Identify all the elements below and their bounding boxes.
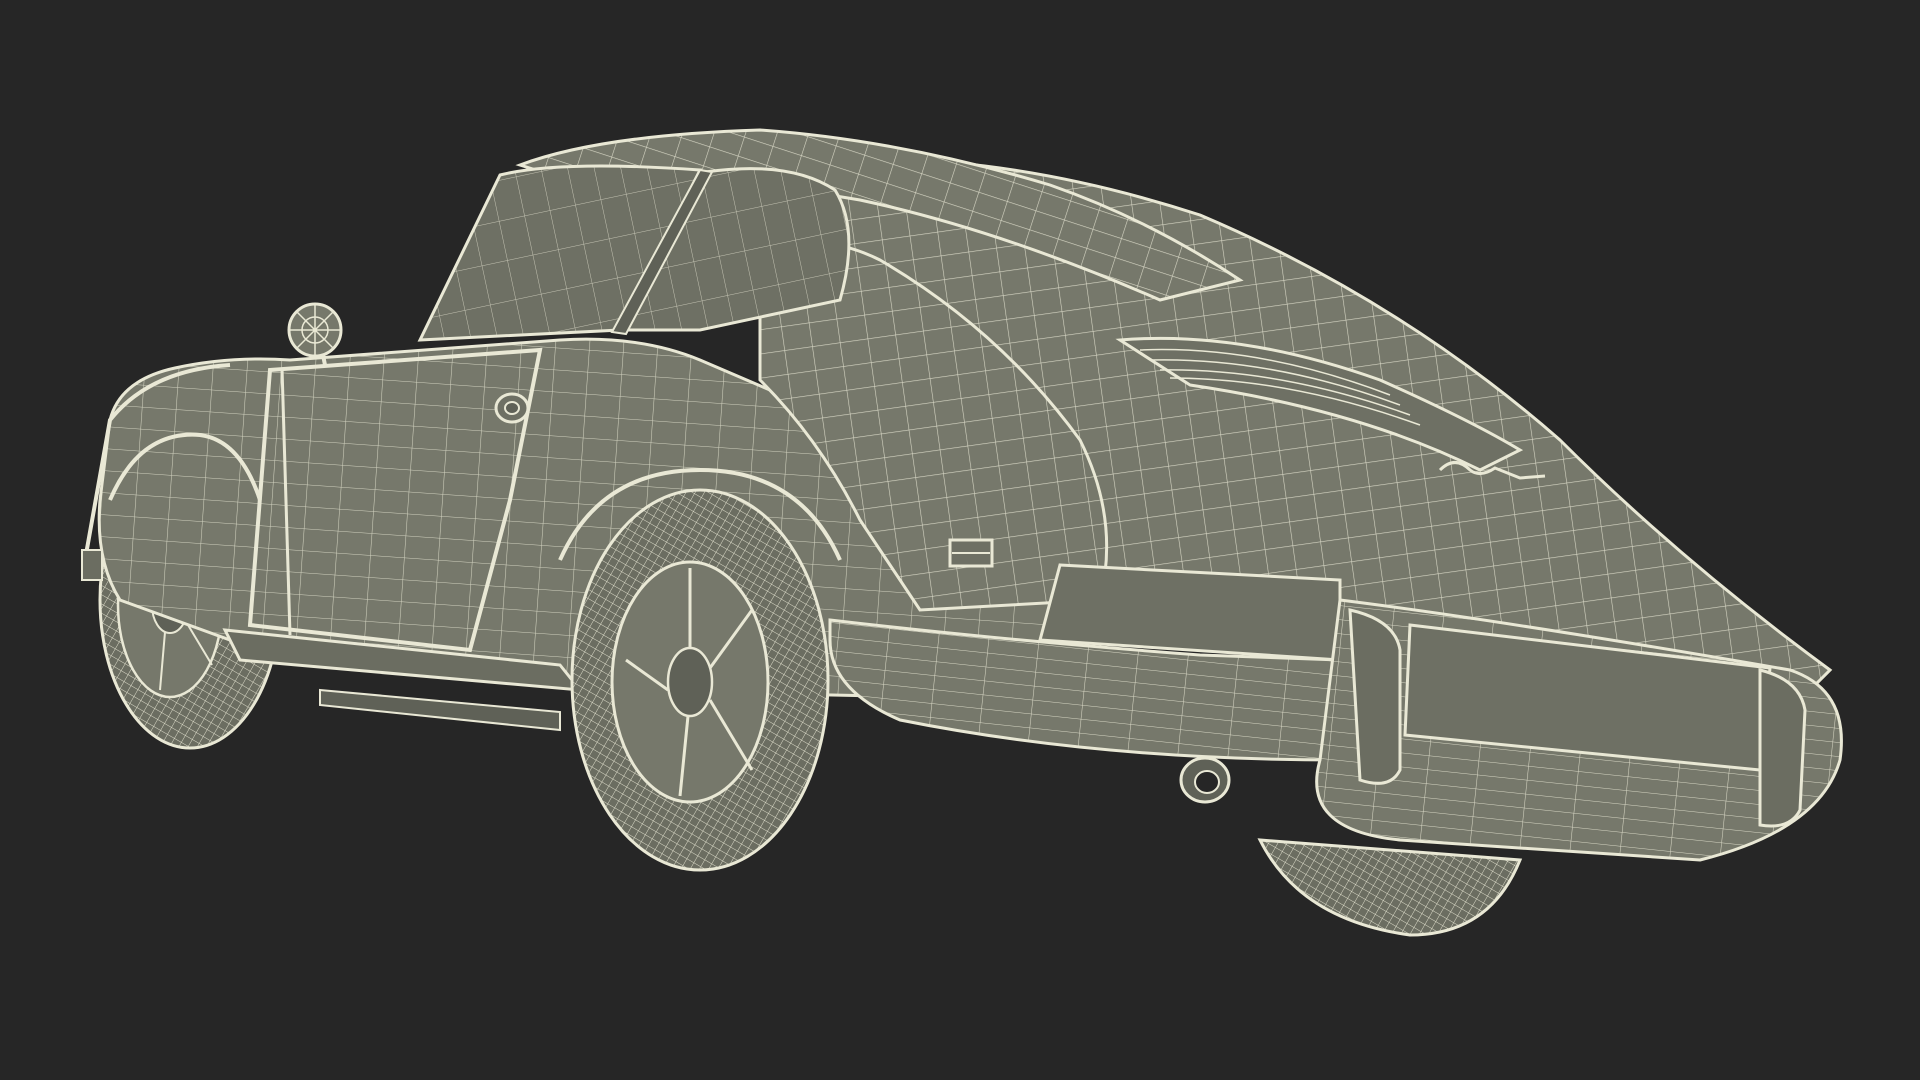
render-viewport [0, 0, 1920, 1080]
bumper-overrider-right [1758, 668, 1807, 828]
wireframe-car-render [81, 128, 1843, 937]
rear-left-wheel [570, 488, 830, 872]
exhaust-pipe [1179, 756, 1231, 804]
bumper-overrider-left [1348, 608, 1402, 785]
rear-right-wheel [1257, 838, 1523, 937]
side-marker-light [948, 538, 994, 568]
door-handle [494, 392, 530, 424]
